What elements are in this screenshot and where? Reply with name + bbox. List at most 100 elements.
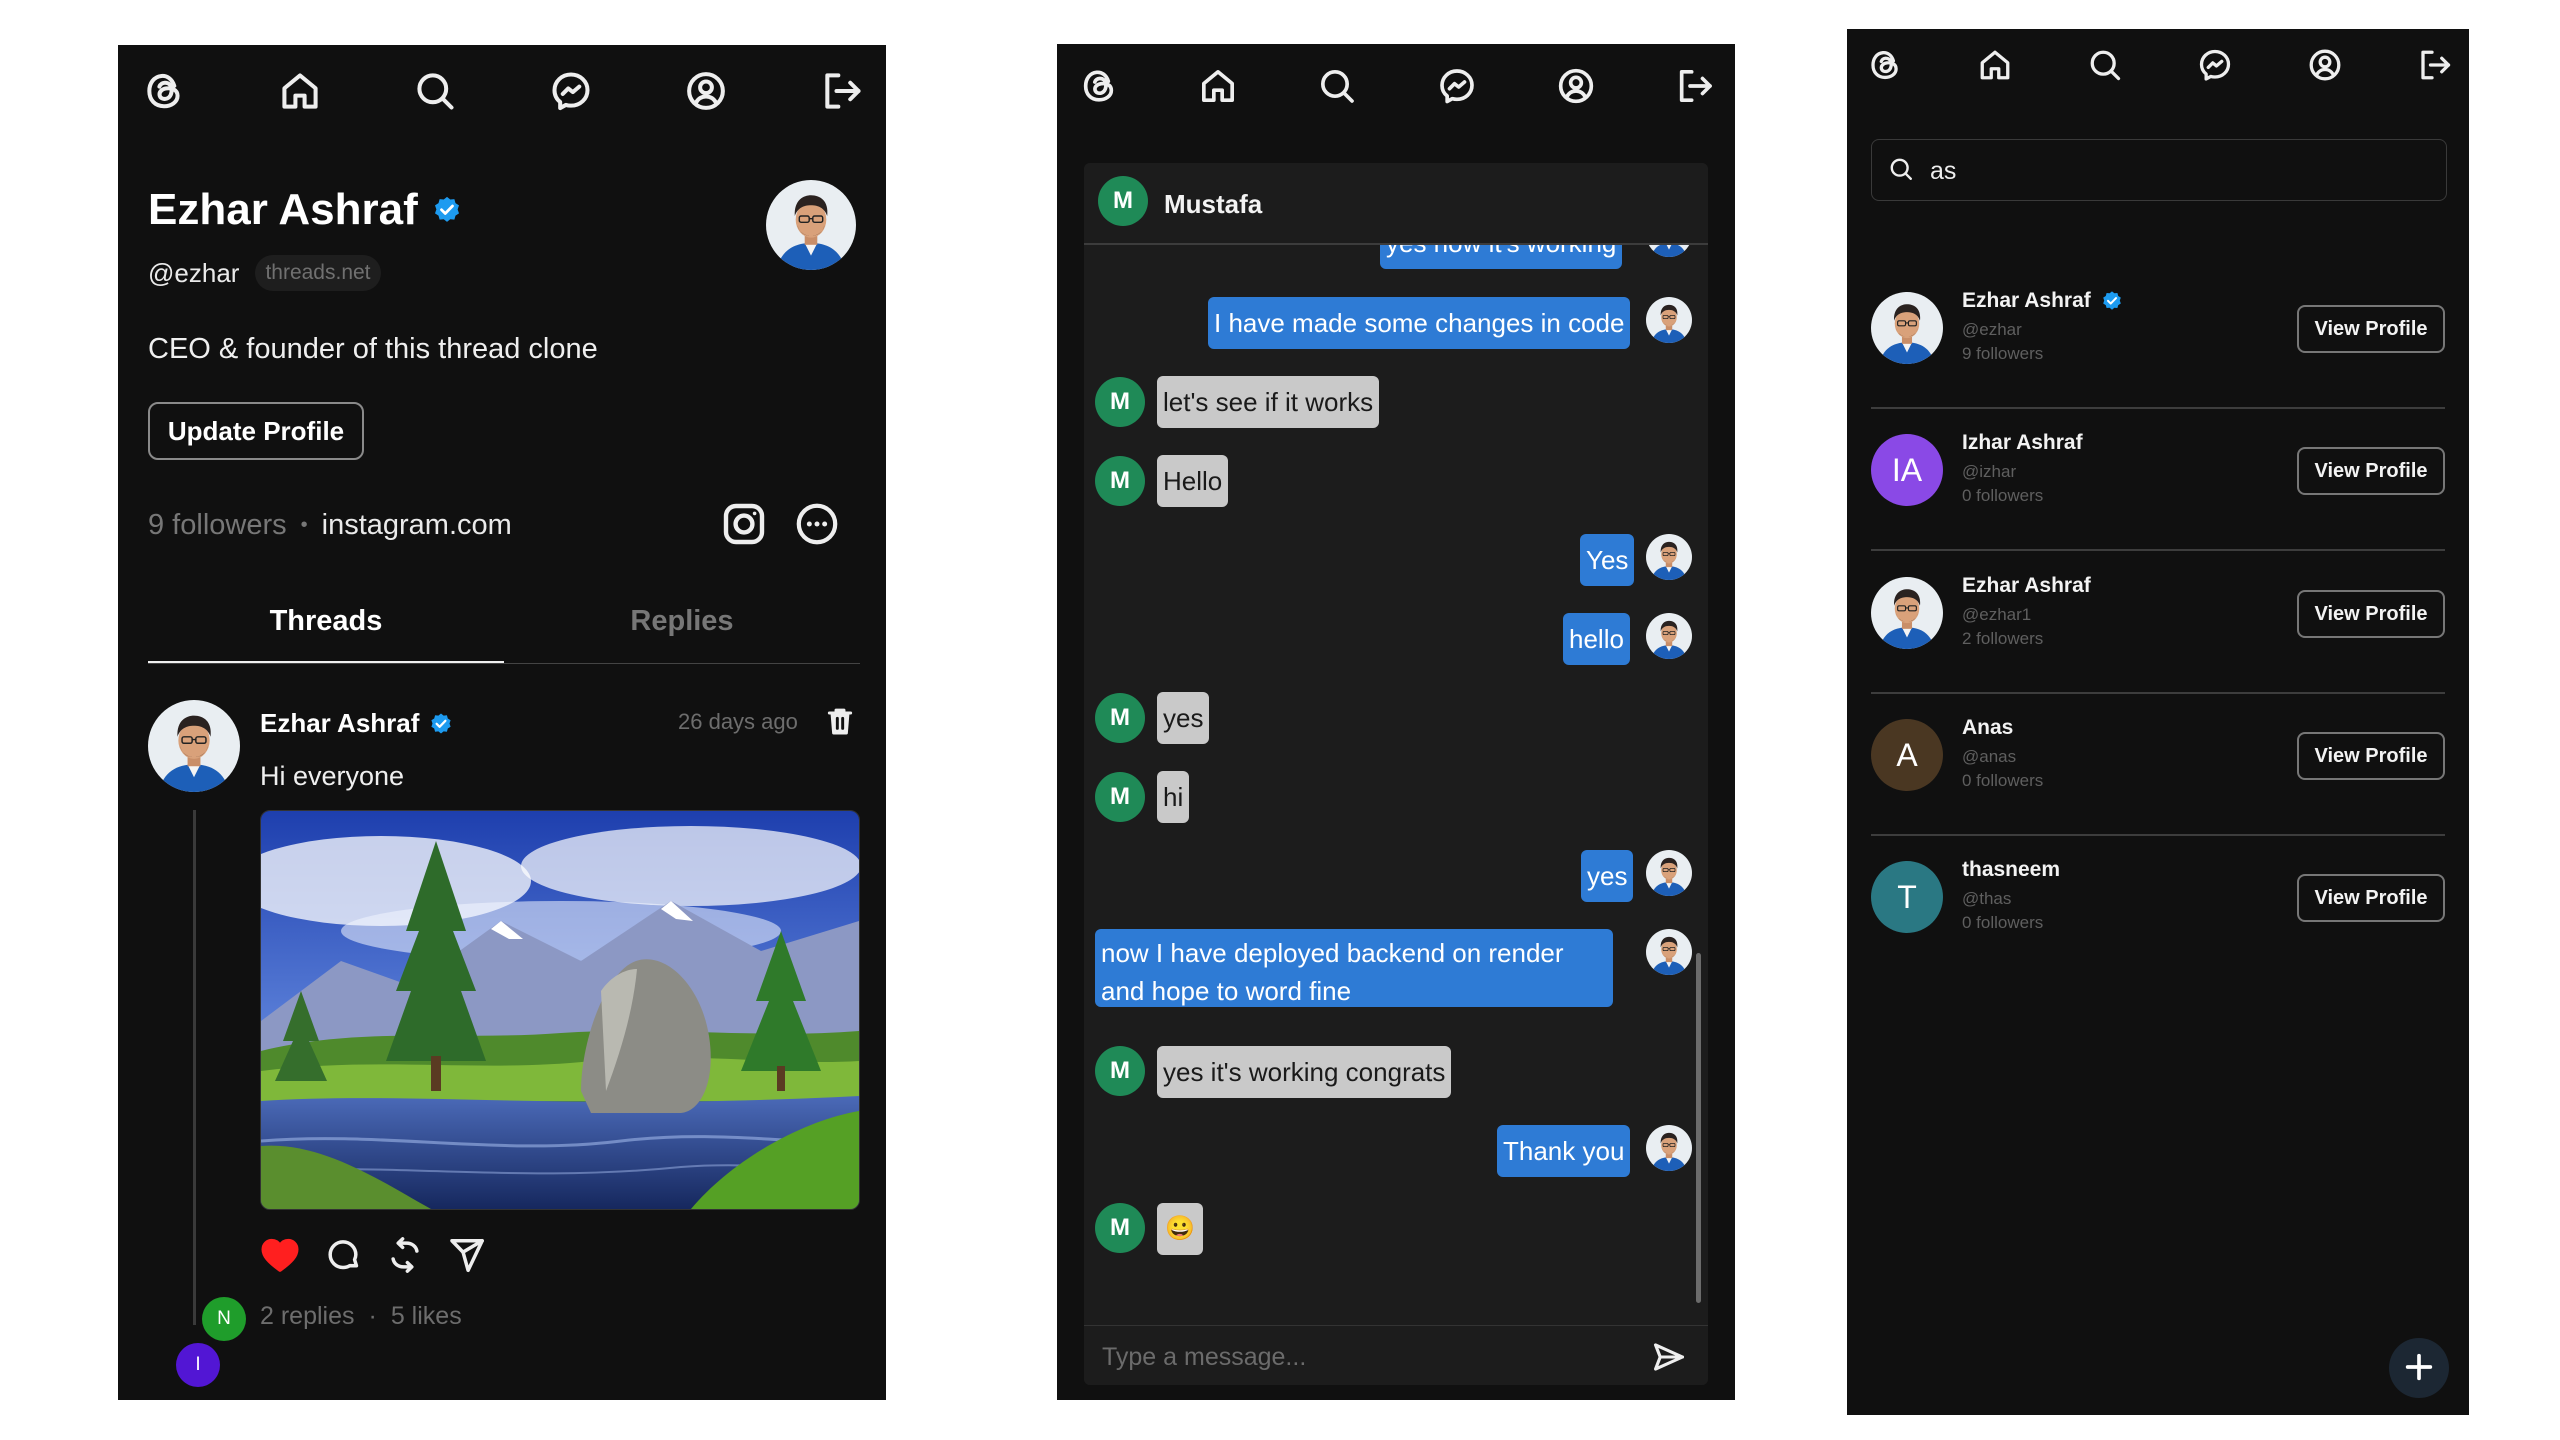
result-handle: @ezhar bbox=[1962, 320, 2022, 339]
profile-meta: 9 followers • instagram.com bbox=[148, 509, 512, 542]
view-profile-button[interactable]: View Profile bbox=[2297, 874, 2445, 922]
reply-avatar[interactable]: N bbox=[202, 1297, 246, 1341]
search-result-row: A Anas @anas 0 followers View Profile bbox=[1871, 692, 2445, 836]
view-profile-button[interactable]: View Profile bbox=[2297, 305, 2445, 353]
result-name-row: Ezhar Ashraf bbox=[1962, 289, 2123, 313]
home-icon[interactable] bbox=[278, 69, 322, 113]
instagram-icon[interactable] bbox=[720, 500, 768, 553]
search-result-row: Ezhar Ashraf @ezhar 9 followers View Pro… bbox=[1871, 265, 2445, 409]
result-name-row: Anas bbox=[1962, 716, 2013, 740]
home-icon[interactable] bbox=[1198, 66, 1238, 106]
top-navigation bbox=[1847, 44, 2469, 86]
result-name-row: thasneem bbox=[1962, 858, 2060, 882]
logout-icon[interactable] bbox=[2417, 47, 2453, 83]
contact-avatar: M bbox=[1095, 377, 1145, 427]
view-profile-button[interactable]: View Profile bbox=[2297, 590, 2445, 638]
logout-icon[interactable] bbox=[820, 69, 864, 113]
result-avatar[interactable]: A bbox=[1871, 719, 1943, 791]
message-input[interactable] bbox=[1100, 1336, 1624, 1378]
messenger-icon[interactable] bbox=[549, 69, 593, 113]
post-image[interactable] bbox=[260, 810, 860, 1210]
messenger-icon[interactable] bbox=[1437, 66, 1477, 106]
threads-logo-icon[interactable] bbox=[1079, 66, 1119, 106]
view-profile-button[interactable]: View Profile bbox=[2297, 447, 2445, 495]
profile-icon[interactable] bbox=[684, 69, 728, 113]
profile-name: Ezhar Ashraf bbox=[148, 185, 418, 234]
search-icon[interactable] bbox=[1317, 66, 1357, 106]
share-icon[interactable] bbox=[448, 1236, 486, 1279]
followers-count[interactable]: 9 followers bbox=[148, 509, 287, 542]
tab-threads[interactable]: Threads bbox=[148, 605, 504, 663]
user-avatar bbox=[1646, 613, 1692, 659]
create-post-button[interactable] bbox=[2389, 1338, 2449, 1398]
contact-avatar: M bbox=[1095, 1046, 1145, 1096]
profile-icon[interactable] bbox=[2307, 47, 2343, 83]
threads-logo-icon[interactable] bbox=[1867, 47, 1903, 83]
message-composer bbox=[1084, 1325, 1708, 1385]
more-options-icon[interactable] bbox=[794, 501, 840, 552]
user-avatar bbox=[1646, 297, 1692, 343]
result-avatar[interactable]: IA bbox=[1871, 434, 1943, 506]
repost-icon[interactable] bbox=[386, 1236, 424, 1279]
message-sent: now I have deployed backend on render an… bbox=[1095, 929, 1613, 1007]
contact-avatar: M bbox=[1095, 772, 1145, 822]
post-text: Hi everyone bbox=[260, 761, 405, 791]
meta-separator: • bbox=[300, 514, 308, 536]
result-name: thasneem bbox=[1962, 858, 2061, 881]
result-avatar[interactable] bbox=[1871, 577, 1943, 649]
message-sent: Yes bbox=[1580, 534, 1635, 587]
view-profile-button[interactable]: View Profile bbox=[2297, 732, 2445, 780]
verified-badge-icon bbox=[2101, 290, 2123, 312]
logout-icon[interactable] bbox=[1675, 66, 1715, 106]
replies-count[interactable]: 2 replies bbox=[260, 1302, 355, 1331]
result-followers: 2 followers bbox=[1962, 629, 2044, 648]
update-profile-button[interactable]: Update Profile bbox=[148, 402, 364, 460]
result-handle: @izhar bbox=[1962, 462, 2017, 481]
tab-replies[interactable]: Replies bbox=[504, 605, 860, 663]
user-avatar bbox=[1646, 1125, 1692, 1171]
send-icon[interactable] bbox=[1652, 1340, 1686, 1379]
result-followers: 0 followers bbox=[1962, 486, 2044, 505]
stats-separator: · bbox=[368, 1302, 377, 1330]
result-followers: 0 followers bbox=[1962, 913, 2044, 932]
post-author-row: Ezhar Ashraf bbox=[260, 708, 453, 739]
user-avatar bbox=[1646, 850, 1692, 896]
result-followers: 0 followers bbox=[1962, 771, 2044, 790]
delete-post-icon[interactable] bbox=[824, 705, 856, 742]
result-avatar[interactable] bbox=[1871, 292, 1943, 364]
domain-badge: threads.net bbox=[255, 255, 381, 291]
website-link[interactable]: instagram.com bbox=[322, 509, 512, 542]
user-avatar bbox=[1646, 929, 1692, 975]
result-name-row: Izhar Ashraf bbox=[1962, 431, 2083, 455]
profile-avatar[interactable] bbox=[766, 180, 856, 270]
search-icon[interactable] bbox=[413, 69, 457, 113]
profile-name-row: Ezhar Ashraf bbox=[148, 185, 462, 235]
likes-count[interactable]: 5 likes bbox=[391, 1302, 462, 1331]
contact-avatar: M bbox=[1095, 456, 1145, 506]
result-avatar[interactable]: T bbox=[1871, 861, 1943, 933]
home-icon[interactable] bbox=[1977, 47, 2013, 83]
result-handle: @thas bbox=[1962, 889, 2012, 908]
verified-badge-icon bbox=[429, 712, 453, 736]
search-result-row: Ezhar Ashraf @ezhar1 2 followers View Pr… bbox=[1871, 550, 2445, 694]
messenger-icon[interactable] bbox=[2197, 47, 2233, 83]
search-input[interactable] bbox=[1928, 152, 2432, 190]
chat-screen: yes now it's working I have made some ch… bbox=[1057, 44, 1735, 1400]
result-name-row: Ezhar Ashraf bbox=[1962, 574, 2091, 598]
message-received: Hello bbox=[1157, 455, 1229, 508]
threads-logo-icon[interactable] bbox=[142, 69, 186, 113]
post-author-name[interactable]: Ezhar Ashraf bbox=[260, 708, 419, 739]
comment-icon[interactable] bbox=[324, 1236, 362, 1279]
chat-scrollbar[interactable] bbox=[1696, 953, 1701, 1303]
post-actions bbox=[260, 1235, 486, 1280]
message-sent: Thank you bbox=[1497, 1125, 1631, 1178]
search-icon[interactable] bbox=[2087, 47, 2123, 83]
post-author-avatar[interactable] bbox=[148, 700, 240, 792]
heart-icon[interactable] bbox=[260, 1235, 300, 1280]
search-result-row: IA Izhar Ashraf @izhar 0 followers View … bbox=[1871, 407, 2445, 551]
message-received: hi bbox=[1157, 771, 1190, 824]
profile-icon[interactable] bbox=[1556, 66, 1596, 106]
reply-avatar[interactable]: I bbox=[176, 1343, 220, 1387]
chat-header: M Mustafa bbox=[1084, 163, 1708, 245]
user-avatar bbox=[1646, 534, 1692, 580]
